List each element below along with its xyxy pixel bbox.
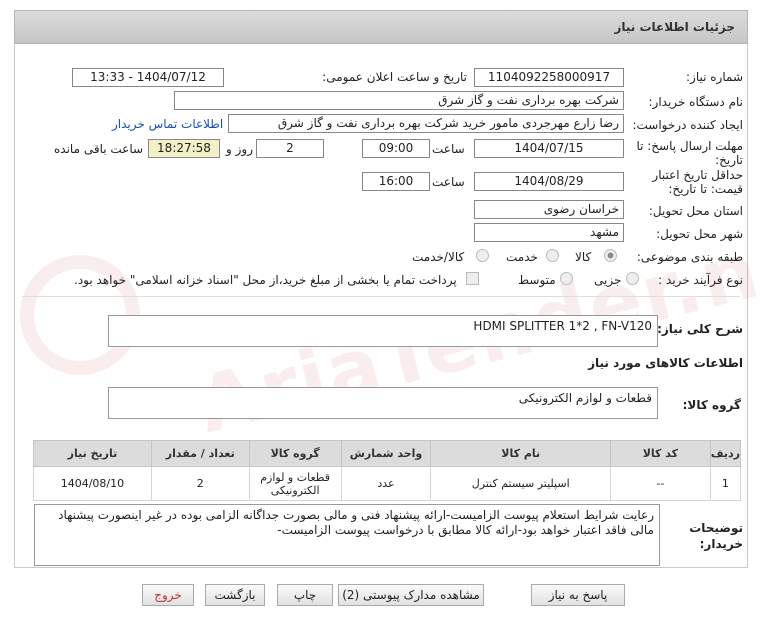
creator-field: رضا زارع مهرجردی مامور خرید شرکت بهره بر…: [228, 114, 624, 133]
days-field: 2: [256, 139, 324, 158]
announce-field: 1404/07/12 - 13:33: [72, 68, 224, 87]
panel-title: جزئیات اطلاعات نیاز: [614, 20, 735, 34]
days-label: روز و: [226, 142, 253, 156]
city-label: شهر محل تحویل:: [656, 227, 743, 241]
process-label: نوع فرآیند خرید :: [658, 273, 743, 287]
divider: [22, 296, 740, 297]
category-radio-service[interactable]: [546, 249, 559, 262]
validity-label: حداقل تاریخ اعتبار قیمت: تا تاریخ:: [652, 168, 743, 196]
category-option-service: خدمت: [506, 250, 538, 264]
deadline-time-field: 09:00: [362, 139, 430, 158]
validity-time-field: 16:00: [362, 172, 430, 191]
attachments-button[interactable]: مشاهده مدارک پیوستی (2): [338, 584, 484, 606]
col-name: نام کالا: [430, 440, 612, 467]
process-radio-medium[interactable]: [560, 272, 573, 285]
table-header-row: ردیف کد کالا نام کالا واحد شمارش گروه کا…: [33, 440, 742, 467]
creator-label: ایجاد کننده درخواست:: [632, 118, 743, 132]
reply-button[interactable]: پاسخ به نیاز: [531, 584, 625, 606]
buyer-notes-field: رعایت شرایط استعلام پیوست الزامیست-ارائه…: [34, 504, 660, 566]
col-row: ردیف: [709, 440, 742, 467]
back-button[interactable]: بازگشت: [205, 584, 265, 606]
remaining-time-field: 18:27:58: [148, 139, 220, 158]
city-field: مشهد: [474, 223, 624, 242]
summary-label: شرح کلی نیاز:: [657, 322, 743, 336]
treasury-note: پرداخت تمام یا بخشی از مبلغ خرید،از محل …: [74, 273, 457, 287]
cell-group: قطعات و لوازم الکترونیکی: [248, 466, 342, 501]
buyer-org-field: شرکت بهره برداری نفت و گاز شرق: [174, 91, 624, 110]
cell-unit: عدد: [340, 466, 432, 501]
remaining-label: ساعت باقی مانده: [54, 142, 144, 156]
goods-section-title: اطلاعات کالاهای مورد نیاز: [588, 356, 743, 370]
buyer-org-label: نام دستگاه خریدار:: [648, 95, 744, 109]
col-unit: واحد شمارش: [340, 440, 432, 467]
province-label: استان محل تحویل:: [648, 204, 743, 218]
validity-time-label: ساعت: [432, 175, 465, 189]
contact-info-link[interactable]: اطلاعات تماس خریدار: [112, 117, 223, 131]
exit-button[interactable]: خروج: [142, 584, 194, 606]
cell-name: اسپلیتر سیستم کنترل: [430, 466, 612, 501]
deadline-time-label: ساعت: [432, 142, 465, 156]
category-label: طبقه بندی موضوعی:: [636, 250, 743, 264]
announce-label: تاریخ و ساعت اعلان عمومی:: [322, 70, 467, 84]
category-radio-goods[interactable]: [604, 249, 617, 262]
col-qty: تعداد / مقدار: [150, 440, 250, 467]
cell-row: 1: [709, 466, 742, 501]
process-radio-minor[interactable]: [626, 272, 639, 285]
col-date: تاریخ نیاز: [33, 440, 152, 467]
process-option-minor: جزیی: [594, 273, 622, 287]
cell-date: 1404/08/10: [33, 466, 152, 501]
validity-date-field: 1404/08/29: [474, 172, 624, 191]
cell-code: --: [610, 466, 711, 501]
deadline-label: مهلت ارسال پاسخ: تا تاریخ:: [636, 139, 743, 167]
summary-field: HDMI SPLITTER 1*2 , FN-V120: [108, 315, 658, 347]
col-group: گروه کالا: [248, 440, 342, 467]
table-row[interactable]: 1 -- اسپلیتر سیستم کنترل عدد قطعات و لوا…: [33, 466, 742, 501]
cell-qty: 2: [150, 466, 250, 501]
category-option-both: کالا/خدمت: [412, 250, 465, 264]
deadline-date-field: 1404/07/15: [474, 139, 624, 158]
category-option-goods: کالا: [575, 250, 592, 264]
buyer-notes-label: توضیحات خریدار:: [689, 521, 743, 551]
treasury-checkbox[interactable]: [466, 272, 479, 285]
need-number-label: شماره نیاز:: [686, 70, 743, 84]
category-radio-both[interactable]: [476, 249, 489, 262]
goods-group-field: قطعات و لوازم الکترونیکی: [108, 387, 658, 419]
goods-group-label: گروه کالا:: [682, 398, 741, 412]
print-button[interactable]: چاپ: [277, 584, 333, 606]
province-field: خراسان رضوی: [474, 200, 624, 219]
need-number-field: 1104092258000917: [474, 68, 624, 87]
process-option-medium: متوسط: [518, 273, 556, 287]
col-code: کد کالا: [610, 440, 711, 467]
panel-header: جزئیات اطلاعات نیاز: [14, 10, 748, 44]
goods-table: ردیف کد کالا نام کالا واحد شمارش گروه کا…: [33, 440, 742, 501]
